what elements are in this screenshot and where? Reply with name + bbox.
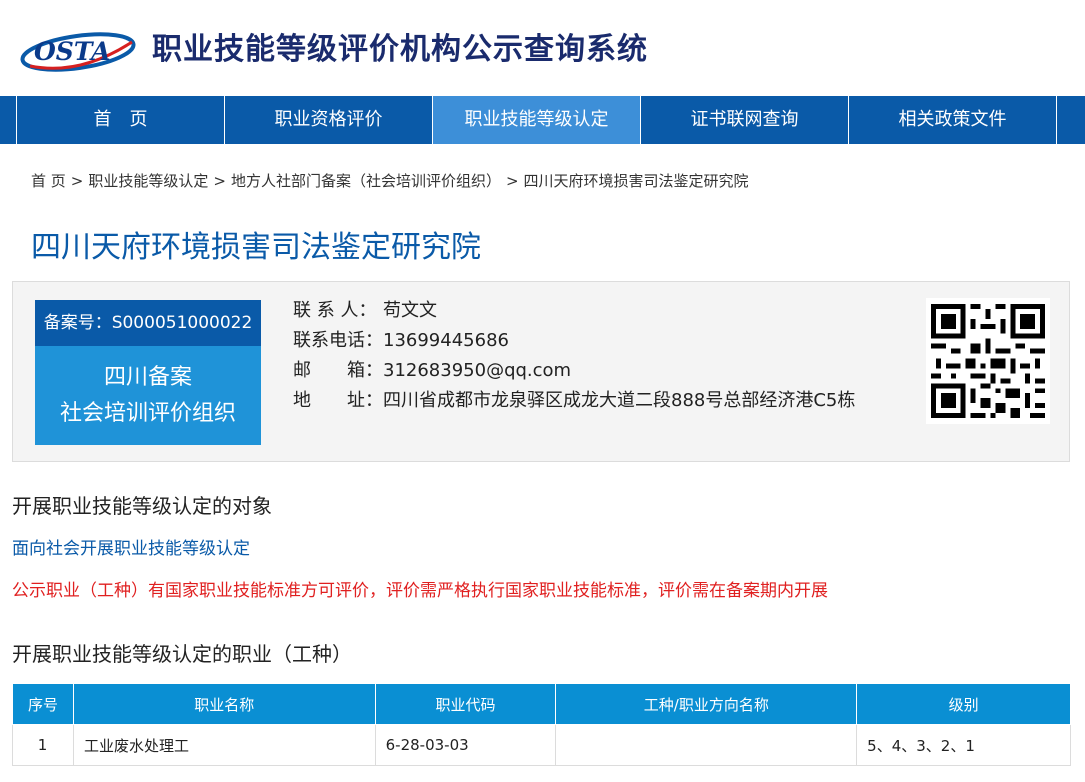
breadcrumb: 首 页 > 职业技能等级认定 > 地方人社部门备案（社会培训评价组织） > 四川天府环境损害… [31,170,749,191]
nav-home[interactable]: 首 页 [16,96,224,144]
registration-box: 备案号：S000051000022 四川备案 社会培训评价组织 [35,300,261,445]
breadcrumb-home[interactable]: 首 页 [31,172,66,190]
nav-qualification-evaluation[interactable]: 职业资格评价 [224,96,432,144]
contact-person-label: 联 系 人： [293,300,377,321]
breadcrumb-skill-certification[interactable]: 职业技能等级认定 [88,172,208,190]
contact-email-label: 邮 箱： [293,360,383,381]
nav-spacer [1056,96,1085,144]
contact-phone-value: 13699445686 [383,330,509,351]
occupation-section-title: 开展职业技能等级认定的职业（工种） [12,642,352,666]
contact-email-value: 312683950@qq.com [383,360,572,381]
col-header-occupation-name: 职业名称 [72,683,376,725]
col-header-level: 级别 [856,683,1071,725]
cell-occupation-code: 6-28-03-03 [374,724,557,766]
cell-no: 1 [12,724,74,766]
registration-type: 四川备案 社会培训评价组织 [35,346,261,445]
site-header: OSTA 职业技能等级评价机构公示查询系统 [0,0,1085,96]
cell-level: 5、4、3、2、1 [856,724,1071,766]
evaluation-notice: 公示职业（工种）有国家职业技能标准方可评价，评价需严格执行国家职业技能标准，评价… [12,581,828,601]
col-header-no: 序号 [12,683,74,725]
registration-number: 备案号：S000051000022 [35,300,261,346]
site-title: 职业技能等级评价机构公示查询系统 [152,32,648,67]
contact-person-value: 苟文文 [383,300,437,321]
breadcrumb-separator: > [70,172,84,190]
logo-text: OSTA [34,37,110,66]
breadcrumb-separator: > [213,172,226,190]
table-header-row: 序号 职业名称 职业代码 工种/职业方向名称 级别 [12,683,1071,725]
contact-address-row: 地 址：四川省成都市龙泉驿区成龙大道二段888号总部经济港C5栋 [293,386,855,416]
qr-code-icon [926,298,1050,424]
nav-skill-level-certification[interactable]: 职业技能等级认定 [432,96,640,144]
breadcrumb-local-filing[interactable]: 地方人社部门备案（社会培训评价组织） [231,172,501,190]
occupation-table: 序号 职业名称 职业代码 工种/职业方向名称 级别 1 工业废水处理工 6-28… [12,683,1071,766]
contact-phone-label: 联系电话： [293,330,383,351]
col-header-occupation-code: 职业代码 [374,683,557,725]
contact-phone-row: 联系电话：13699445686 [293,326,855,356]
registration-type-line2: 社会培训评价组织 [59,401,236,426]
target-description: 面向社会开展职业技能等级认定 [12,539,250,559]
org-title: 四川天府环境损害司法鉴定研究院 [31,230,481,265]
table-row: 1 工业废水处理工 6-28-03-03 5、4、3、2、1 [12,724,1071,766]
contact-person-row: 联 系 人： 苟文文 [293,296,855,326]
main-nav: 首 页 职业资格评价 职业技能等级认定 证书联网查询 相关政策文件 [0,96,1085,144]
org-info-card: 备案号：S000051000022 四川备案 社会培训评价组织 联 系 人： 苟文… [12,281,1070,462]
registration-type-line1: 四川备案 [103,365,192,390]
breadcrumb-separator: > [505,172,519,190]
cell-occupation-name: 工业废水处理工 [72,724,376,766]
breadcrumb-current-org: 四川天府环境损害司法鉴定研究院 [523,172,749,190]
osta-logo[interactable]: OSTA [20,22,138,76]
contact-email-row: 邮 箱：312683950@qq.com [293,356,855,386]
contact-address-label: 地 址： [293,390,383,411]
nav-certificate-query[interactable]: 证书联网查询 [640,96,848,144]
cell-direction-name [555,724,858,766]
nav-policy-documents[interactable]: 相关政策文件 [848,96,1056,144]
contact-address-value: 四川省成都市龙泉驿区成龙大道二段888号总部经济港C5栋 [383,390,856,411]
target-section-title: 开展职业技能等级认定的对象 [12,494,272,518]
col-header-direction-name: 工种/职业方向名称 [555,683,858,725]
contact-info: 联 系 人： 苟文文 联系电话：13699445686 邮 箱：312683950… [293,296,855,416]
